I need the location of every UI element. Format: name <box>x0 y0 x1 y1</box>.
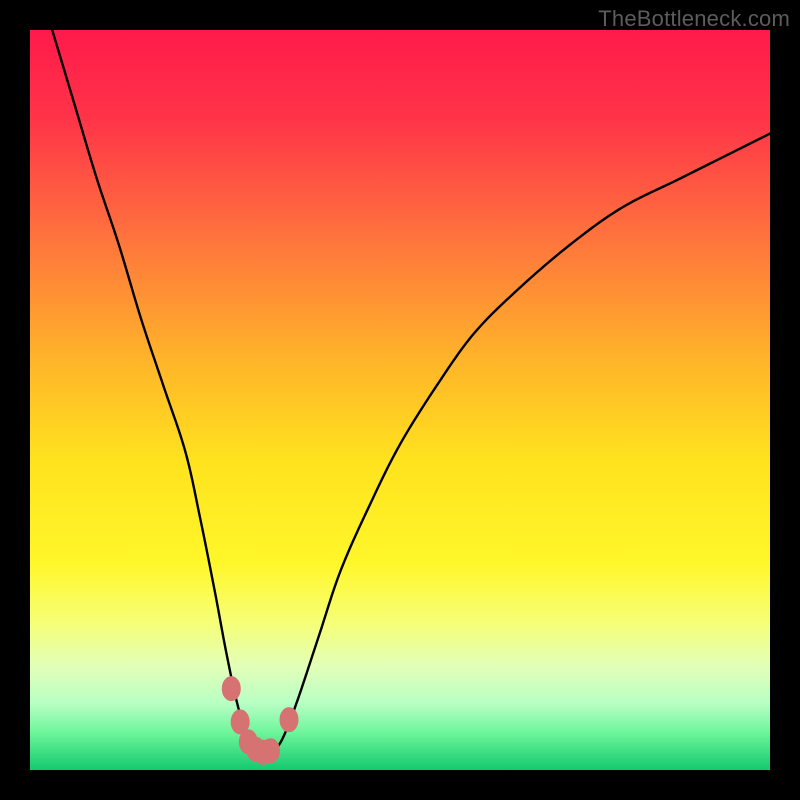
chart-frame <box>30 30 770 770</box>
data-marker <box>222 677 240 701</box>
bottleneck-chart <box>30 30 770 770</box>
data-marker <box>280 708 298 732</box>
data-marker <box>262 739 280 763</box>
gradient-background <box>30 30 770 770</box>
watermark-label: TheBottleneck.com <box>598 6 790 32</box>
